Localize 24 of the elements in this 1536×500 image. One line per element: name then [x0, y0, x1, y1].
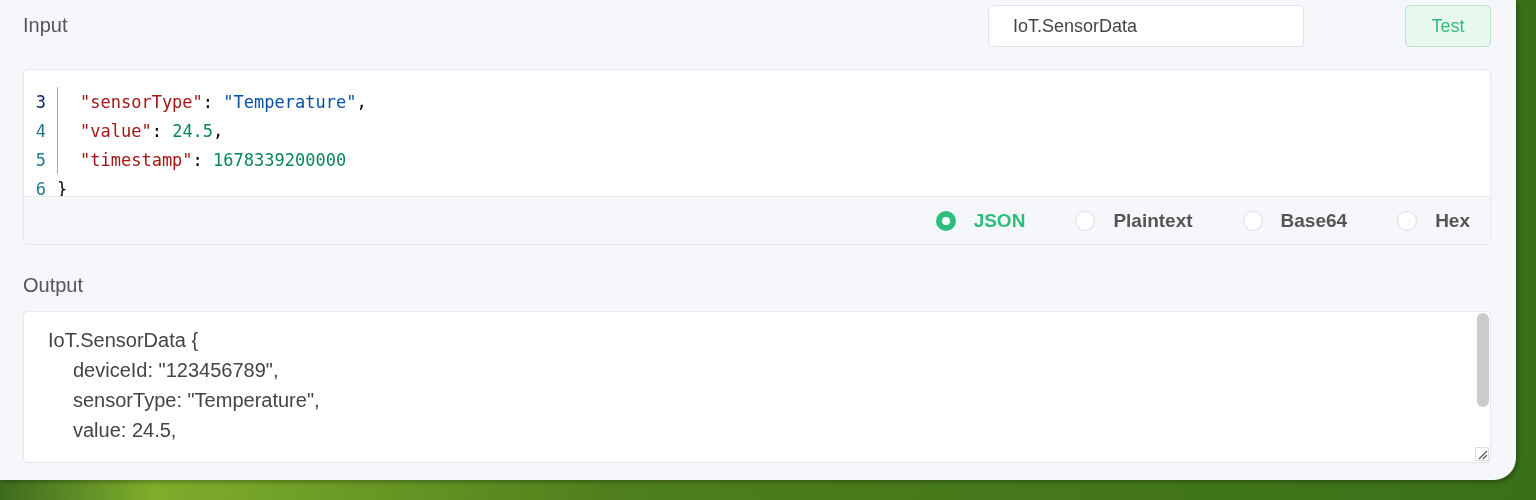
radio-label[interactable]: Plaintext [1113, 209, 1193, 232]
output-line: IoT.SensorData { [48, 328, 200, 353]
output-text-area[interactable]: IoT.SensorData { deviceId: "123456789", sensorType: "Temperature", value: 24.5, [23, 311, 1491, 463]
radio-button[interactable] [935, 210, 956, 231]
output-line: sensorType: "Temperature", [72, 388, 321, 413]
code-line: "timestamp": 1678339200000 [80, 148, 347, 171]
line-number: 6 [34, 178, 47, 196]
radio-button[interactable] [1075, 210, 1096, 231]
section-label: Output [23, 273, 85, 297]
line-number: 3 [34, 91, 47, 112]
message-type-field[interactable]: IoT.SensorData [988, 5, 1304, 47]
code-line: "sensorType": "Temperature", [80, 90, 367, 113]
output-line: deviceId: "123456789", [72, 358, 280, 383]
radio-label[interactable]: Base64 [1280, 209, 1348, 232]
line-number: 4 [34, 120, 47, 141]
resize-grip-icon[interactable] [1475, 447, 1489, 461]
code-line: "value": 24.5, [80, 119, 224, 142]
scrollbar-thumb[interactable] [1477, 313, 1489, 407]
radio-button[interactable] [1397, 210, 1418, 231]
section-label: Input [23, 13, 68, 37]
line-number: 5 [34, 149, 47, 170]
output-line: value: 24.5, [72, 418, 178, 443]
radio-button[interactable] [1242, 210, 1263, 231]
radio-label[interactable]: Hex [1435, 209, 1470, 232]
